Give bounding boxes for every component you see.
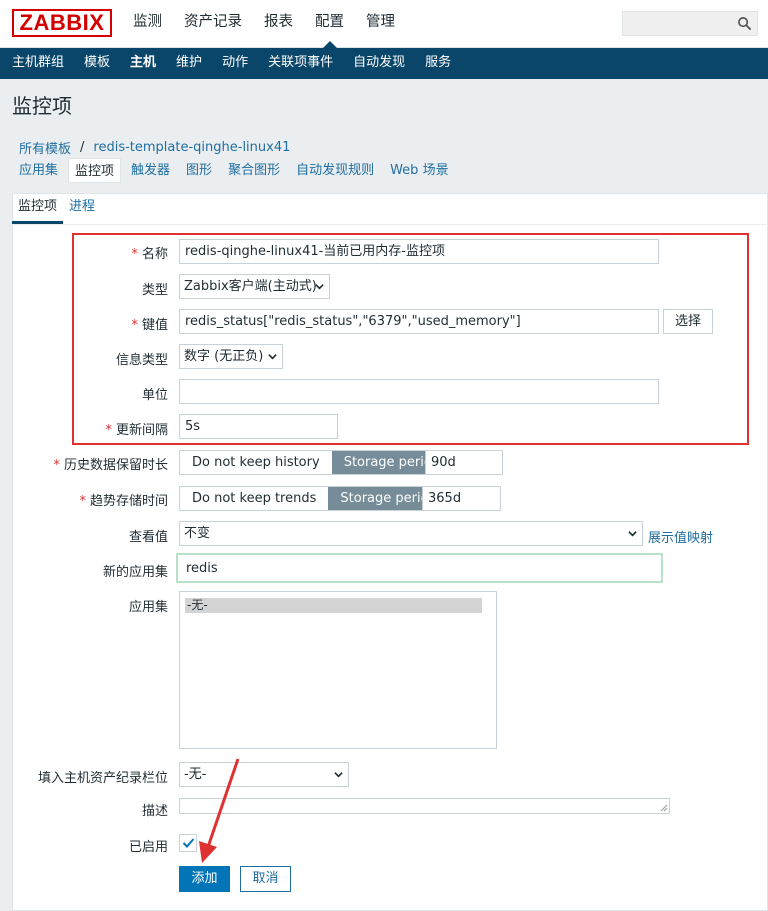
description-textarea[interactable] [179, 798, 670, 814]
applications-listbox[interactable]: -无- [179, 591, 497, 749]
search-icon[interactable] [737, 16, 752, 31]
name-input[interactable]: redis-qinghe-linux41-当前已用内存-监控项 [179, 239, 659, 264]
menu-reports[interactable]: 报表 [253, 0, 304, 48]
valuemap-select-value: 不变 [184, 526, 211, 541]
menu-monitoring[interactable]: 监测 [122, 0, 173, 48]
tab-triggers[interactable]: 触发器 [125, 158, 176, 183]
main-menu: 监测 资产记录 报表 配置 管理 [122, 0, 406, 48]
applications-option-none[interactable]: -无- [185, 598, 482, 613]
type-select-value: Zabbix客户端(主动式) [184, 279, 317, 294]
cancel-button[interactable]: 取消 [240, 866, 291, 892]
enabled-label: 已启用 [128, 840, 168, 855]
interval-input[interactable]: 5s [179, 414, 338, 439]
trends-period-input[interactable]: 365d [422, 486, 501, 511]
menu-administration[interactable]: 管理 [355, 0, 406, 48]
name-label: * 名称 [131, 247, 168, 262]
trends-mode-toggle: Do not keep trends Storage period [179, 486, 450, 511]
chevron-down-icon [334, 772, 343, 778]
menu-configuration[interactable]: 配置 [304, 0, 355, 48]
highlight-annotation-box [72, 233, 749, 445]
search-input[interactable] [622, 11, 758, 36]
info-type-label: 信息类型 [115, 353, 168, 368]
form-tabs: 监控项 进程 [12, 194, 101, 224]
resize-grip-icon[interactable] [660, 804, 668, 812]
history-label: * 历史数据保留时长 [53, 458, 168, 473]
submenu-hosts[interactable]: 主机 [120, 48, 166, 79]
menu-inventory[interactable]: 资产记录 [173, 0, 253, 48]
tab-applications[interactable]: 应用集 [13, 158, 64, 183]
breadcrumb-template[interactable]: redis-template-qinghe-linux41 [93, 140, 290, 155]
tab-screens[interactable]: 聚合图形 [222, 158, 286, 183]
chevron-down-icon [315, 284, 324, 290]
type-select[interactable]: Zabbix客户端(主动式) [179, 274, 330, 299]
key-input[interactable]: redis_status["redis_status","6379","used… [179, 309, 659, 334]
add-button[interactable]: 添加 [179, 866, 230, 892]
submenu-templates[interactable]: 模板 [74, 48, 120, 79]
submenu-maintenance[interactable]: 维护 [166, 48, 212, 79]
inventory-field-label: 填入主机资产纪录栏位 [37, 771, 168, 786]
tab-discovery-rules[interactable]: 自动发现规则 [290, 158, 380, 183]
type-label: 类型 [141, 283, 168, 298]
submenu-actions[interactable]: 动作 [212, 48, 258, 79]
key-select-button[interactable]: 选择 [663, 309, 713, 334]
applications-label: 应用集 [128, 600, 168, 615]
page-title: 监控项 [12, 94, 72, 118]
key-label: * 键值 [131, 318, 168, 333]
history-mode-toggle: Do not keep history Storage period [179, 450, 454, 475]
submenu-discovery[interactable]: 自动发现 [343, 48, 415, 79]
chevron-down-icon [628, 531, 637, 537]
required-mark: * [131, 247, 138, 262]
valuemap-label: 查看值 [128, 530, 168, 545]
trends-do-not-keep-option[interactable]: Do not keep trends [180, 487, 329, 510]
units-label: 单位 [141, 388, 168, 403]
sub-navigation-bar: 主机群组 模板 主机 维护 动作 关联项事件 自动发现 服务 [0, 48, 768, 79]
breadcrumb: 所有模板 / redis-template-qinghe-linux41 [19, 138, 290, 157]
units-input[interactable] [179, 379, 659, 404]
form-tab-preprocessing[interactable]: 进程 [63, 194, 101, 224]
interval-label: * 更新间隔 [105, 423, 168, 438]
tab-graphs[interactable]: 图形 [180, 158, 218, 183]
submenu-services[interactable]: 服务 [415, 48, 461, 79]
form-tabs-divider [13, 224, 767, 225]
zabbix-logo[interactable]: ZABBIX [12, 9, 112, 37]
annotation-arrow-icon [199, 758, 240, 863]
info-type-select[interactable]: 数字 (无正负) [179, 344, 283, 369]
history-do-not-keep-option[interactable]: Do not keep history [180, 451, 332, 474]
chevron-down-icon [268, 354, 277, 360]
valuemap-select[interactable]: 不变 [179, 521, 643, 546]
submenu-host-groups[interactable]: 主机群组 [2, 48, 74, 79]
description-label: 描述 [141, 804, 168, 819]
tab-items[interactable]: 监控项 [68, 158, 122, 183]
history-period-input[interactable]: 90d [425, 450, 503, 475]
trends-label: * 趋势存储时间 [79, 494, 168, 509]
info-type-select-value: 数字 (无正负) [184, 349, 264, 364]
breadcrumb-separator: / [80, 140, 85, 155]
top-navigation-bar: ZABBIX 监测 资产记录 报表 配置 管理 [0, 0, 768, 48]
breadcrumb-all-templates[interactable]: 所有模板 [19, 138, 71, 157]
new-application-label: 新的应用集 [102, 565, 168, 580]
tab-web-scenarios[interactable]: Web 场景 [384, 158, 454, 183]
content-tabs: 应用集 监控项 触发器 图形 聚合图形 自动发现规则 Web 场景 [13, 158, 459, 183]
form-tab-item[interactable]: 监控项 [12, 194, 64, 224]
submenu-event-correlation[interactable]: 关联项事件 [258, 48, 343, 79]
show-value-mappings-link[interactable]: 展示值映射 [648, 527, 713, 546]
new-application-input[interactable]: redis [176, 553, 663, 583]
